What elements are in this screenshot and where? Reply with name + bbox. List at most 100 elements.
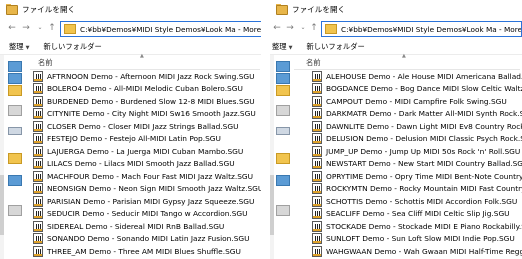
up-arrow-icon[interactable]: ↑: [47, 22, 57, 34]
file-name: STOCKADE Demo - Stockade MIDI E Piano Ro…: [326, 221, 522, 231]
sgu-file-icon: [312, 133, 322, 145]
file-row[interactable]: SIDEREAL Demo - Sidereal MIDI RnB Ballad…: [33, 220, 261, 233]
desktop-icon[interactable]: [276, 61, 290, 72]
file-row[interactable]: SEDUCIR Demo - Seducir MIDI Tango w Acco…: [33, 208, 261, 221]
address-bar[interactable]: C:¥bb¥Demos¥MIDI Style Demos¥Look Ma - M…: [60, 21, 261, 37]
file-row[interactable]: SUNLOFT Demo - Sun Loft Slow MIDI Indie …: [312, 233, 520, 246]
folder-icon[interactable]: [276, 153, 290, 164]
new-folder-button[interactable]: 新しいフォルダー: [43, 42, 101, 52]
file-row[interactable]: ALEHOUSE Demo - Ale House MIDI Americana…: [312, 70, 522, 83]
file-row[interactable]: SCHOTTIS Demo - Schottis MIDI Accordion …: [312, 195, 520, 208]
file-row[interactable]: BOLERO4 Demo - All-MIDI Melodic Cuban Bo…: [33, 83, 261, 96]
drive-icon[interactable]: [276, 127, 290, 135]
file-name: BOGDANCE Demo - Bog Dance MIDI Slow Celt…: [326, 84, 522, 94]
file-name: CLOSER Demo - Closer MIDI Jazz Strings B…: [47, 121, 239, 131]
file-row[interactable]: SONANDO Demo - Sonando MIDI Latin Jazz F…: [33, 233, 261, 246]
file-row[interactable]: STOCKADE Demo - Stockade MIDI E Piano Ro…: [312, 220, 522, 233]
file-name: BURDENED Demo - Burdened Slow 12-8 MIDI …: [47, 96, 255, 106]
command-bar: 整理 ▼ 新しいフォルダー: [0, 39, 261, 55]
sgu-file-icon: [33, 95, 43, 107]
sgu-file-icon: [33, 70, 43, 82]
file-row[interactable]: LAJUERGA Demo - La Juerga MIDI Cuban Mam…: [33, 145, 261, 158]
back-arrow-icon[interactable]: ←: [7, 22, 17, 34]
file-row[interactable]: DARKMATR Demo - Dark Matter All-MIDI Syn…: [312, 108, 522, 121]
nav-scrollbar-thumb[interactable]: [0, 175, 4, 235]
address-bar[interactable]: C:¥bb¥Demos¥MIDI Style Demos¥Look Ma - M…: [321, 21, 522, 37]
file-row[interactable]: PARISIAN Demo - Parisian MIDI Gypsy Jazz…: [33, 195, 261, 208]
sgu-file-icon: [312, 245, 322, 257]
sgu-file-icon: [33, 245, 43, 257]
sgu-file-icon: [312, 120, 322, 132]
documents-icon[interactable]: [276, 73, 290, 84]
sgu-file-icon: [312, 95, 322, 107]
sgu-file-icon: [33, 158, 43, 170]
recent-chevron-icon[interactable]: ⌄: [35, 22, 45, 34]
file-row[interactable]: DELUSION Demo - Delusion MIDI Classic Ps…: [312, 133, 522, 146]
nav-scrollbar-thumb[interactable]: [270, 175, 274, 235]
back-arrow-icon[interactable]: ←: [272, 22, 282, 34]
organize-button[interactable]: 整理 ▼: [272, 42, 292, 52]
sgu-file-icon: [33, 120, 43, 132]
file-name: NEWSTART Demo - New Start MIDI Country B…: [326, 159, 522, 169]
organize-label: 整理: [9, 41, 24, 51]
forward-arrow-icon[interactable]: →: [285, 22, 295, 34]
file-name: AFTRNOON Demo - Afternoon MIDI Jazz Rock…: [47, 71, 255, 81]
documents-icon[interactable]: [8, 73, 22, 84]
computer-icon[interactable]: [276, 205, 290, 216]
sgu-file-icon: [312, 83, 322, 95]
file-row[interactable]: SEACLIFF Demo - Sea Cliff MIDI Celtic Sl…: [312, 208, 520, 221]
file-row[interactable]: AFTRNOON Demo - Afternoon MIDI Jazz Rock…: [33, 70, 261, 83]
organize-label: 整理: [272, 41, 287, 51]
pictures-icon[interactable]: [8, 105, 22, 116]
file-row[interactable]: CLOSER Demo - Closer MIDI Jazz Strings B…: [33, 120, 261, 133]
file-row[interactable]: LILACS Demo - Lilacs MIDI Smooth Jazz Ba…: [33, 158, 261, 171]
file-row[interactable]: NEWSTART Demo - New Start MIDI Country B…: [312, 158, 522, 171]
file-row[interactable]: DAWNLITE Demo - Dawn Light MIDI Ev8 Coun…: [312, 120, 522, 133]
column-header[interactable]: ▲ 名前: [294, 53, 520, 70]
computer-icon[interactable]: [8, 205, 22, 216]
file-name: NEONSIGN Demo - Neon Sign MIDI Smooth Ja…: [47, 184, 261, 194]
file-name: CAMPOUT Demo - MIDI Campfire Folk Swing.…: [326, 96, 507, 106]
file-row[interactable]: CAMPOUT Demo - MIDI Campfire Folk Swing.…: [312, 95, 520, 108]
file-row[interactable]: BURDENED Demo - Burdened Slow 12-8 MIDI …: [33, 95, 261, 108]
pictures-icon[interactable]: [276, 105, 290, 116]
folder-icon[interactable]: [8, 153, 22, 164]
file-list: AFTRNOON Demo - Afternoon MIDI Jazz Rock…: [33, 70, 261, 258]
column-name-label: 名前: [306, 57, 321, 67]
file-row[interactable]: OPRYTIME Demo - Opry Time MIDI Bent-Note…: [312, 170, 522, 183]
file-open-dialog-left: ファイルを開く ← → ⌄ ↑ C:¥bb¥Demos¥MIDI Style D…: [0, 0, 261, 259]
file-row[interactable]: CITYNITE Demo - City Night MIDI Sw16 Smo…: [33, 108, 261, 121]
file-name: SEDUCIR Demo - Seducir MIDI Tango w Acco…: [47, 209, 248, 219]
file-row[interactable]: JUMP_UP Demo - Jump Up MIDI 50s Rock 'n'…: [312, 145, 520, 158]
new-folder-button[interactable]: 新しいフォルダー: [306, 42, 364, 52]
desktop-icon[interactable]: [8, 61, 22, 72]
column-name-label: 名前: [38, 57, 53, 67]
sgu-file-icon: [33, 195, 43, 207]
recent-chevron-icon[interactable]: ⌄: [298, 22, 308, 34]
file-name: JUMP_UP Demo - Jump Up MIDI 50s Rock 'n'…: [326, 146, 521, 156]
sgu-file-icon: [312, 208, 322, 220]
network-icon[interactable]: [8, 175, 22, 186]
file-name: FESTEJO Demo - Festejo All-MIDI Latin Po…: [47, 134, 221, 144]
file-row[interactable]: THREE_AM Demo - Three AM MIDI Blues Shuf…: [33, 245, 261, 258]
sgu-file-icon: [33, 170, 43, 182]
folder-icon: [64, 24, 76, 34]
file-name: SUNLOFT Demo - Sun Loft Slow MIDI Indie …: [326, 234, 515, 244]
file-row[interactable]: MACHFOUR Demo - Mach Four Fast MIDI Jazz…: [33, 170, 261, 183]
folder-icon[interactable]: [276, 85, 290, 96]
network-icon[interactable]: [276, 175, 290, 186]
column-header[interactable]: ▲ 名前: [30, 53, 260, 70]
organize-button[interactable]: 整理 ▼: [9, 42, 29, 52]
file-row[interactable]: ROCKYMTN Demo - Rocky Mountain MIDI Fast…: [312, 183, 522, 196]
forward-arrow-icon[interactable]: →: [21, 22, 31, 34]
file-row[interactable]: NEONSIGN Demo - Neon Sign MIDI Smooth Ja…: [33, 183, 261, 196]
drive-icon[interactable]: [8, 127, 22, 135]
folder-icon[interactable]: [8, 85, 22, 96]
title-bar: ファイルを開く: [270, 0, 522, 18]
file-name: PARISIAN Demo - Parisian MIDI Gypsy Jazz…: [47, 196, 255, 206]
file-row[interactable]: WAHGWAAN Demo - Wah Gwaan MIDI Half-Time…: [312, 245, 522, 258]
up-arrow-icon[interactable]: ↑: [309, 22, 319, 34]
sgu-file-icon: [312, 158, 322, 170]
file-row[interactable]: BOGDANCE Demo - Bog Dance MIDI Slow Celt…: [312, 83, 522, 96]
file-row[interactable]: FESTEJO Demo - Festejo All-MIDI Latin Po…: [33, 133, 261, 146]
